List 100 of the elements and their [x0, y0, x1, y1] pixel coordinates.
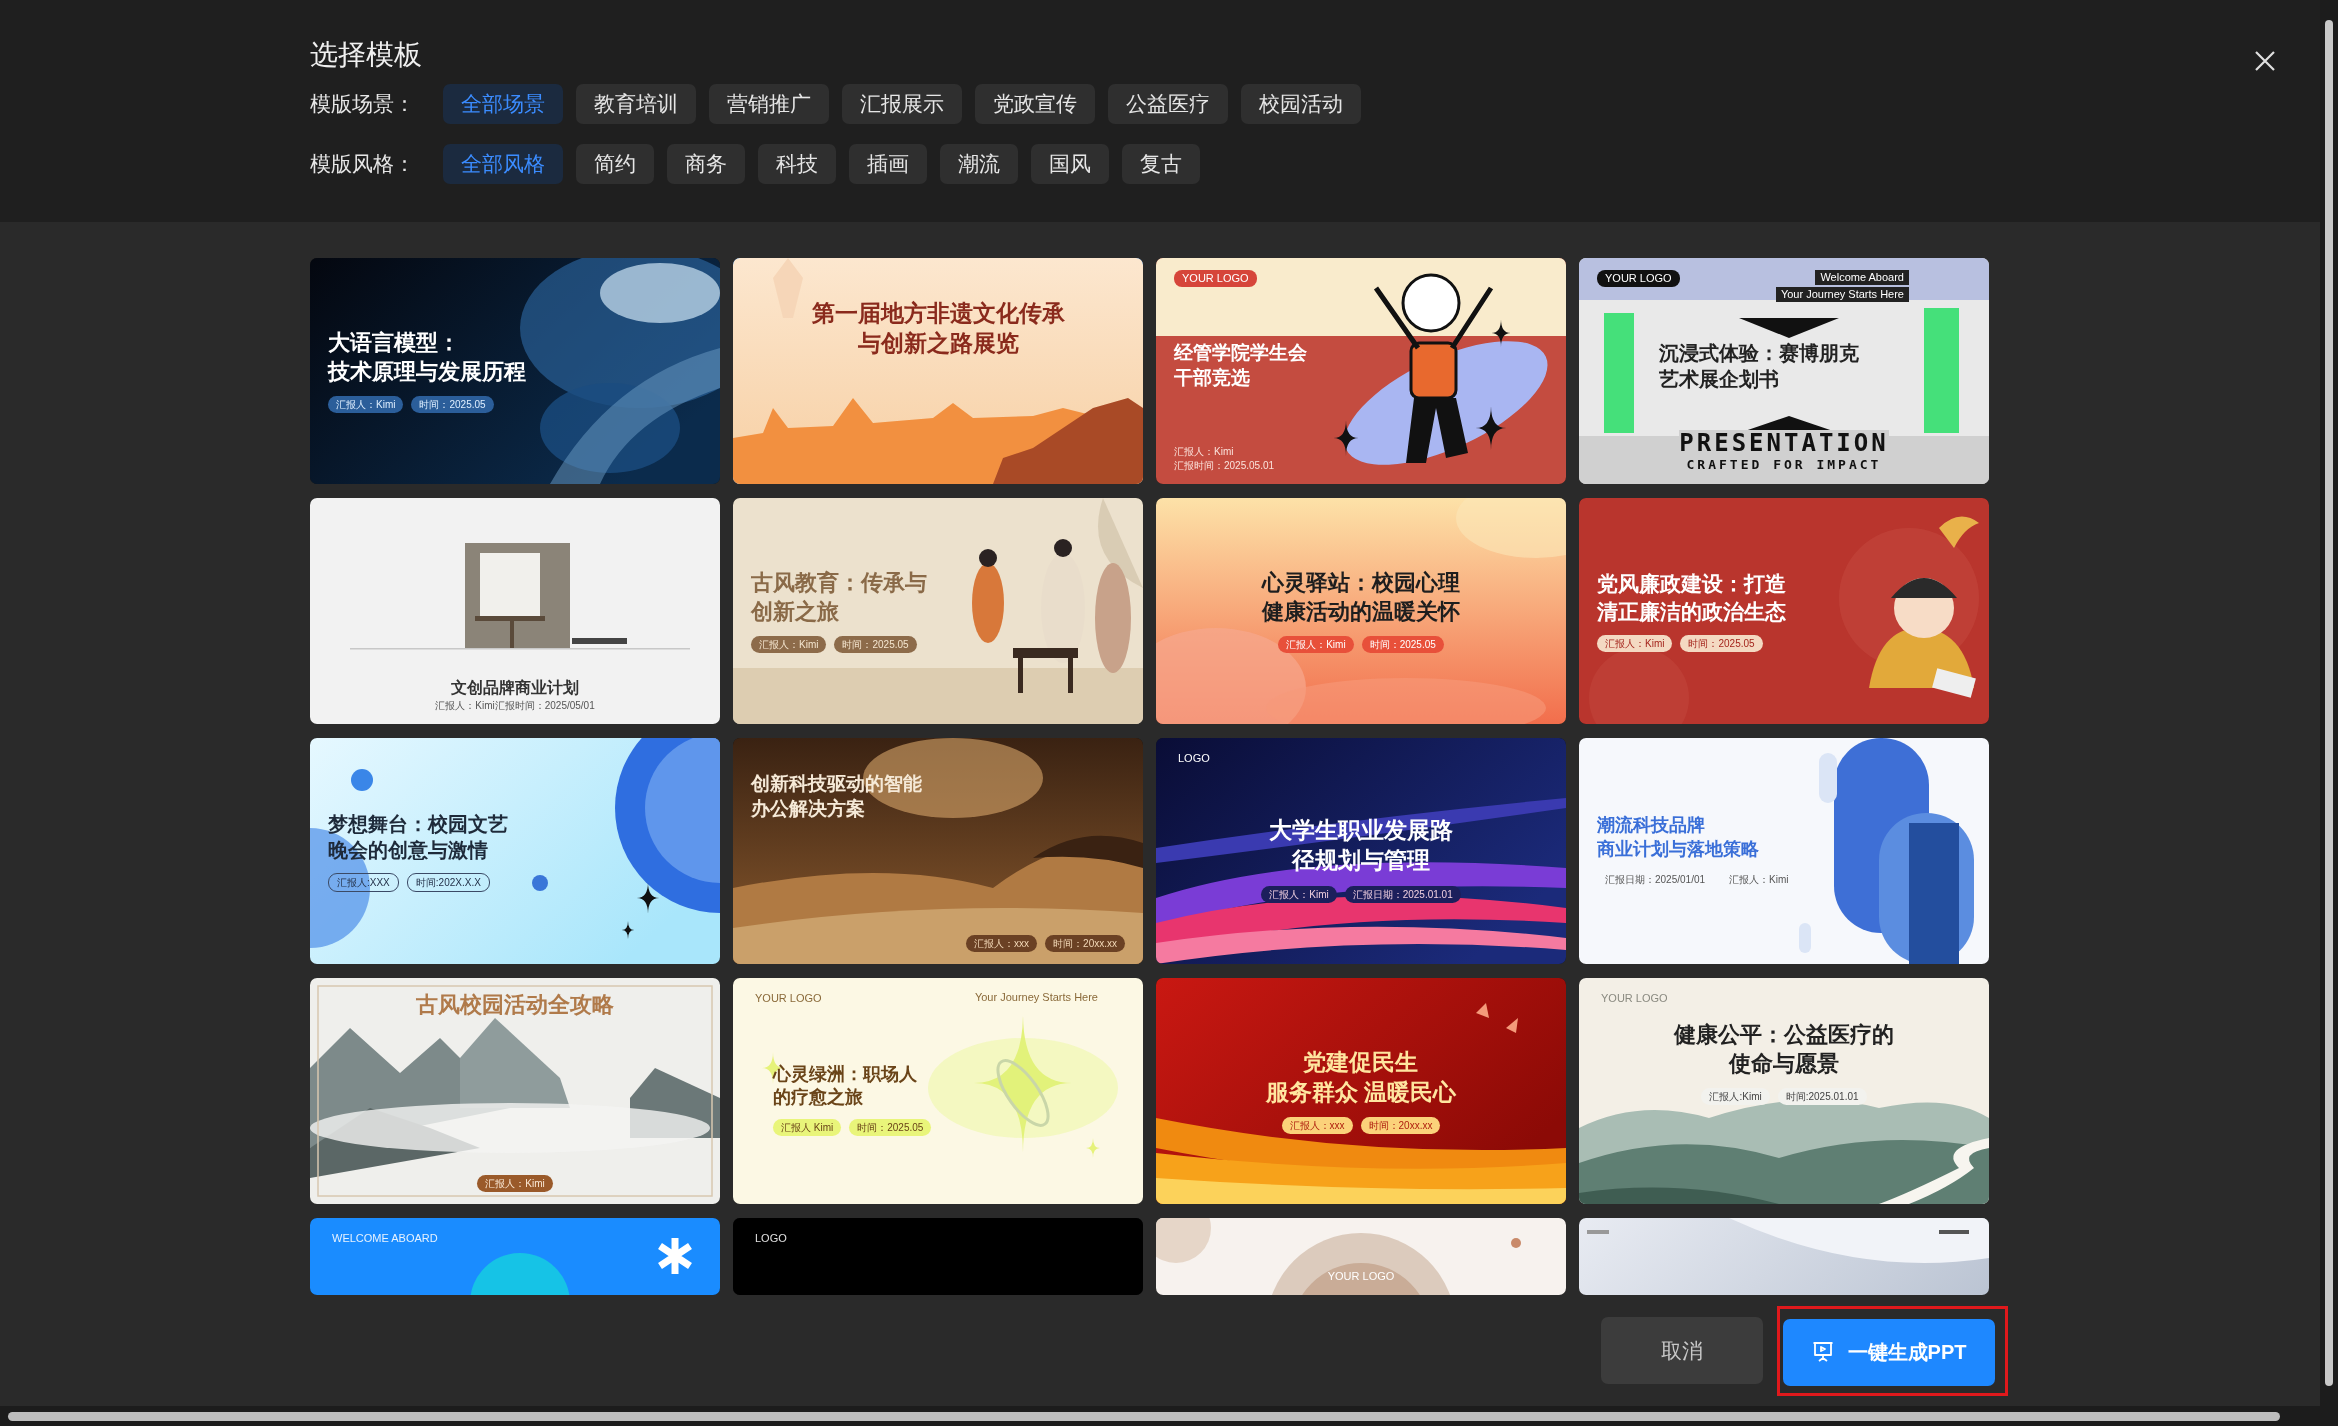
title-line: 健康公平：公益医疗的	[1674, 1021, 1894, 1050]
title-line: 党风廉政建设：打造	[1597, 571, 1786, 598]
title-line: 办公解决方案	[751, 796, 865, 821]
template-card[interactable]: 党风廉政建设：打造 清正廉洁的政治生态 汇报人：Kimi 时间：2025.05	[1579, 498, 1989, 724]
info-tag: 汇报日期：2025/01/01	[1597, 870, 1714, 888]
filter-chip[interactable]: 国风	[1031, 143, 1109, 184]
filter-chip[interactable]: 潮流	[940, 143, 1018, 184]
filter-chip[interactable]: 汇报展示	[842, 83, 962, 124]
info-tag: 汇报人：Kimi	[1278, 636, 1354, 654]
title-line: 技术原理与发展历程	[328, 357, 526, 386]
filter-chip[interactable]: 全部场景	[443, 83, 563, 124]
title-line: 干部竞选	[1174, 366, 1250, 391]
template-card[interactable]: 梦想舞台：校园文艺 晚会的创意与激情 汇报人:XXX 时间:202X.X.X	[310, 738, 720, 964]
title-line: 的疗愈之旅	[773, 1086, 863, 1110]
horizontal-scrollbar[interactable]	[0, 1406, 2338, 1426]
template-card[interactable]: 第一届地方非遗文化传承 与创新之路展览	[733, 258, 1143, 484]
info-tag: 时间：2025.05	[834, 636, 917, 654]
template-card[interactable]: YOUR LOGO Your Journey Starts Here 心灵绿洲：职场人 的疗愈之旅 汇报人 Kimi 时间：2025.05	[733, 978, 1143, 1204]
template-card[interactable]: YOUR LOGO Welcome Aboard Your Journey Starts Here 沉浸式体验：赛博朋克 艺术展企划书 PRESENTATION CRAFTED FOR IMPACT	[1579, 258, 1989, 484]
header-text: Your Journey Starts Here	[1775, 287, 1909, 303]
template-card[interactable]: 古风教育：传承与 创新之旅 汇报人：Kimi 时间：2025.05	[733, 498, 1143, 724]
footnote-text: 汇报人：Kimi	[1174, 445, 1234, 458]
logo-text: YOUR LOGO	[1174, 270, 1257, 288]
template-card[interactable]: LOGO	[733, 1218, 1143, 1295]
close-icon	[2254, 49, 2276, 72]
title-line: 古风校园活动全攻略	[416, 990, 614, 1019]
filter-chip[interactable]: 教育培训	[576, 83, 696, 124]
info-tag: 汇报人:XXX	[328, 872, 399, 892]
title-line: 创新科技驱动的智能	[751, 772, 922, 796]
title-line: 清正廉洁的政治生态	[1597, 598, 1786, 625]
info-tag: 汇报人 Kimi	[773, 1119, 842, 1137]
filter-chip[interactable]: 科技	[758, 143, 836, 184]
logo-text: LOGO	[754, 1231, 788, 1246]
filter-label: 模版场景：	[310, 90, 416, 117]
info-tag: 汇报人：Kimi	[477, 1175, 553, 1192]
title-line: 健康活动的温暖关怀	[1262, 597, 1460, 626]
filter-chip[interactable]: 商务	[667, 143, 745, 184]
logo-text: WELCOME ABOARD	[331, 1231, 439, 1246]
header-text: Welcome Aboard	[1815, 270, 1909, 286]
title-line: 梦想舞台：校园文艺	[328, 811, 508, 837]
header-text: Your Journey Starts Here	[973, 990, 1099, 1005]
template-card[interactable]: 党建促民生 服务群众 温暖民心 汇报人：xxx 时间：20xx.xx	[1156, 978, 1566, 1204]
title-line: 大语言模型：	[328, 328, 460, 357]
title-line: 心灵绿洲：职场人	[773, 1062, 917, 1086]
info-tag: 汇报人：Kimi	[751, 636, 827, 654]
template-card[interactable]: YOUR LOGO 经管学院学生会 干部竞选 汇报人：Kimi 汇报时间：2025.05.01	[1156, 258, 1566, 484]
title-line: 沉浸式体验：赛博朋克	[1659, 341, 1859, 367]
filter-label: 模版风格：	[310, 150, 416, 177]
info-tag: 时间：2025.05	[411, 396, 494, 414]
filter-chip[interactable]: 党政宣传	[975, 83, 1095, 124]
title-line: 创新之旅	[751, 597, 839, 626]
title-line: 第一届地方非遗文化传承	[811, 298, 1065, 328]
template-card[interactable]: 大语言模型： 技术原理与发展历程 汇报人：Kimi 时间：2025.05	[310, 258, 720, 484]
info-tag: 时间：20xx.xx	[1360, 1117, 1441, 1135]
title-line: 潮流科技品牌	[1597, 814, 1705, 838]
filter-chip[interactable]: 营销推广	[709, 83, 829, 124]
footnote-text: 汇报时间：2025.05.01	[1174, 459, 1275, 472]
template-card[interactable]: 古风校园活动全攻略 汇报人：Kimi	[310, 978, 720, 1204]
template-card[interactable]: 心灵驿站：校园心理 健康活动的温暖关怀 汇报人：Kimi 时间：2025.05	[1156, 498, 1566, 724]
logo-text: YOUR LOGO	[1326, 1269, 1396, 1284]
filter-chip[interactable]: 简约	[576, 143, 654, 184]
info-tag: 汇报人:Kimi	[1701, 1088, 1770, 1106]
title-line: 与创新之路展览	[857, 327, 1019, 358]
title-line: 艺术展企划书	[1659, 367, 1779, 393]
title-line: 大学生职业发展路	[1269, 816, 1453, 846]
info-tag: 汇报人：Kimi	[328, 396, 404, 414]
template-card[interactable]: LOGO 大学生职业发展路 径规划与管理 汇报人：Kimi 汇报日期：2025.01.01	[1156, 738, 1566, 964]
title-line: 经管学院学生会	[1174, 341, 1307, 366]
title-line: 使命与愿景	[1729, 1049, 1839, 1078]
template-card[interactable]: YOUR LOGO 健康公平：公益医疗的 使命与愿景 汇报人:Kimi 时间:2025.01.01	[1579, 978, 1989, 1204]
title-line: 径规划与管理	[1292, 846, 1430, 876]
filter-chip[interactable]: 校园活动	[1241, 83, 1361, 124]
title-line: 晚会的创意与激情	[328, 837, 488, 863]
title-line: 服务群众 温暖民心	[1265, 1077, 1457, 1107]
filter-chip[interactable]: 复古	[1122, 143, 1200, 184]
info-tag: 时间:202X.X.X	[406, 872, 490, 892]
title-line: 文创品牌商业计划	[451, 678, 579, 699]
template-card[interactable]: 文创品牌商业计划 汇报人：Kimi汇报时间：2025/05/01	[310, 498, 720, 724]
vertical-scrollbar[interactable]	[2320, 0, 2338, 1406]
cancel-button[interactable]: 取消	[1601, 1317, 1763, 1384]
logo-text: YOUR LOGO	[1600, 991, 1669, 1006]
template-card[interactable]: 潮流科技品牌 商业计划与落地策略 汇报日期：2025/01/01 汇报人：Kimi	[1579, 738, 1989, 964]
logo-text: LOGO	[1177, 751, 1211, 766]
filter-chip[interactable]: 插画	[849, 143, 927, 184]
dialog-title: 选择模板	[310, 38, 422, 72]
title-line: 商业计划与落地策略	[1597, 837, 1759, 861]
title-line: 古风教育：传承与	[751, 568, 927, 597]
title-line: 党建促民生	[1303, 1047, 1419, 1077]
footnote-text: 汇报人：Kimi汇报时间：2025/05/01	[435, 699, 595, 712]
logo-text: YOUR LOGO	[754, 991, 823, 1006]
info-tag: 汇报人：Kimi	[1721, 870, 1797, 888]
info-tag: 时间:2025.01.01	[1777, 1088, 1867, 1106]
presentation-icon	[1811, 1341, 1834, 1363]
filter-chip[interactable]: 公益医疗	[1108, 83, 1228, 124]
logo-text: YOUR LOGO	[1597, 270, 1680, 288]
info-tag: 时间：2025.05	[1361, 636, 1444, 654]
info-tag: 时间：20xx.xx	[1045, 935, 1125, 952]
info-tag: 时间：2025.05	[849, 1119, 932, 1137]
filter-chip[interactable]: 全部风格	[443, 143, 563, 184]
template-card[interactable]: 创新科技驱动的智能 办公解决方案 汇报人：xxx 时间：20xx.xx	[733, 738, 1143, 964]
